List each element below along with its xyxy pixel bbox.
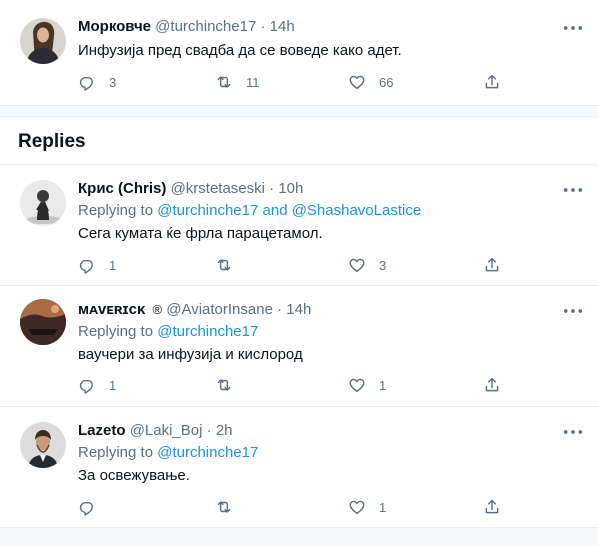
tweet-actions: 1 1	[78, 375, 583, 395]
retweet-button[interactable]	[215, 375, 246, 395]
section-gap	[0, 528, 598, 546]
author-handle[interactable]: @turchinche17	[155, 18, 256, 35]
author-name[interactable]: Lazeto	[78, 422, 126, 439]
reply-button[interactable]: 1	[78, 375, 116, 395]
more-icon[interactable]	[562, 304, 584, 318]
replying-to-link[interactable]: @turchinche17 and @ShashavoLastice	[157, 202, 421, 219]
like-count: 66	[379, 74, 394, 90]
replies-heading: Replies	[18, 131, 86, 152]
reply-count: 1	[109, 377, 117, 393]
reply-button[interactable]	[78, 497, 109, 517]
more-icon[interactable]	[562, 21, 584, 35]
like-count: 1	[379, 499, 387, 515]
tweet-actions: 1	[78, 497, 583, 517]
separator-dot: ·	[206, 422, 212, 439]
like-button[interactable]: 3	[348, 255, 386, 275]
timestamp[interactable]: 14h	[286, 301, 311, 318]
author-handle[interactable]: @AviatorInsane	[166, 301, 273, 318]
like-button[interactable]: 1	[348, 497, 386, 517]
reply-tweet[interactable]: Крис (Chris) @krstetaseski · 10h Replyin…	[0, 165, 598, 285]
share-icon	[483, 256, 501, 274]
separator-dot: ·	[260, 18, 266, 35]
author-name[interactable]: ᴍᴀᴠᴇʀɪᴄᴋ	[78, 301, 145, 318]
like-count: 3	[379, 257, 387, 273]
share-button[interactable]	[483, 72, 501, 92]
tweet-text: Инфузија пред свадба да се воведе како а…	[78, 42, 402, 59]
replying-to-line: Replying to @turchinche17	[78, 444, 258, 462]
replying-to-link[interactable]: @turchinche17	[157, 323, 258, 340]
retweet-button[interactable]	[215, 255, 246, 275]
timestamp[interactable]: 2h	[216, 422, 233, 439]
tweet-header: Морковче @turchinche17 · 14h	[78, 18, 295, 36]
replying-to-prefix: Replying to	[78, 323, 154, 340]
heart-icon	[348, 73, 366, 91]
like-button[interactable]: 66	[348, 72, 393, 92]
avatar[interactable]	[20, 422, 66, 468]
retweet-icon	[215, 498, 233, 516]
tweet-header: ᴍᴀᴠᴇʀɪᴄᴋ ® @AviatorInsane · 14h	[78, 301, 311, 319]
heart-icon	[348, 256, 366, 274]
heart-icon	[348, 498, 366, 516]
retweet-count: 11	[246, 74, 260, 90]
replying-to-line: Replying to @turchinche17 and @ShashavoL…	[78, 202, 421, 220]
registered-badge: ®	[152, 302, 163, 317]
replying-to-line: Replying to @turchinche17	[78, 323, 258, 341]
avatar[interactable]	[20, 18, 66, 64]
replying-to-link[interactable]: @turchinche17	[157, 444, 258, 461]
separator-dot: ·	[269, 180, 275, 197]
more-icon[interactable]	[562, 425, 584, 439]
timestamp[interactable]: 14h	[270, 18, 295, 35]
author-handle[interactable]: @Laki_Boj	[130, 422, 203, 439]
avatar[interactable]	[20, 299, 66, 345]
share-button[interactable]	[483, 255, 501, 275]
tweet-actions: 3 11 66	[78, 72, 583, 92]
tweet-header: Крис (Chris) @krstetaseski · 10h	[78, 180, 303, 198]
more-icon[interactable]	[562, 183, 584, 197]
author-name[interactable]: Крис (Chris)	[78, 180, 166, 197]
reply-icon	[78, 498, 96, 516]
tweet-header: Lazeto @Laki_Boj · 2h	[78, 422, 233, 440]
reply-button[interactable]: 3	[78, 72, 116, 92]
like-count: 1	[379, 377, 387, 393]
reply-icon	[78, 256, 96, 274]
divider	[0, 116, 598, 117]
tweet-text: ваучери за инфузија и кислород	[78, 346, 303, 363]
timestamp[interactable]: 10h	[278, 180, 303, 197]
retweet-icon	[215, 73, 233, 91]
heart-icon	[348, 376, 366, 394]
replying-to-prefix: Replying to	[78, 444, 154, 461]
tweet-actions: 1 3	[78, 255, 583, 275]
reply-tweet[interactable]: ᴍᴀᴠᴇʀɪᴄᴋ ® @AviatorInsane · 14h Replying…	[0, 286, 598, 406]
reply-button[interactable]: 1	[78, 255, 116, 275]
retweet-icon	[215, 376, 233, 394]
section-gap	[0, 106, 598, 116]
retweet-button[interactable]: 11	[215, 72, 260, 92]
main-tweet[interactable]: Морковче @turchinche17 · 14h Инфузија пр…	[0, 0, 598, 105]
share-button[interactable]	[483, 497, 501, 517]
tweet-text: Сега кумата ќе фрла парацетамол.	[78, 225, 323, 242]
share-button[interactable]	[483, 375, 501, 395]
author-name[interactable]: Морковче	[78, 18, 151, 35]
retweet-button[interactable]	[215, 497, 246, 517]
reply-count: 1	[109, 257, 117, 273]
like-button[interactable]: 1	[348, 375, 386, 395]
separator-dot: ·	[277, 301, 283, 318]
reply-icon	[78, 73, 96, 91]
reply-tweet[interactable]: Lazeto @Laki_Boj · 2h Replying to @turch…	[0, 407, 598, 527]
share-icon	[483, 498, 501, 516]
reply-icon	[78, 376, 96, 394]
replying-to-prefix: Replying to	[78, 202, 154, 219]
tweet-text: За освежување.	[78, 467, 190, 484]
share-icon	[483, 376, 501, 394]
retweet-icon	[215, 256, 233, 274]
share-icon	[483, 73, 501, 91]
reply-count: 3	[109, 74, 117, 90]
author-handle[interactable]: @krstetaseski	[171, 180, 265, 197]
avatar[interactable]	[20, 180, 66, 226]
